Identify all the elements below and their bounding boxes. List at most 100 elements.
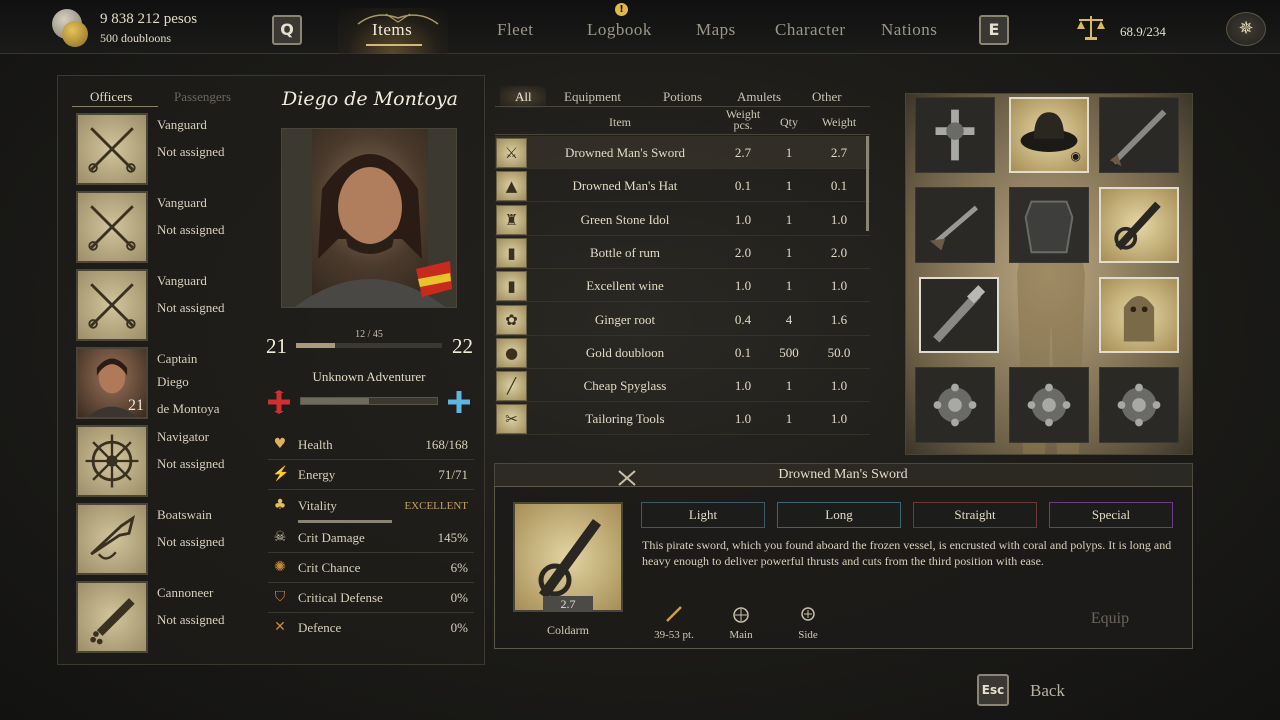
filter-all[interactable]: All bbox=[515, 89, 532, 105]
item-total-weight: 1.0 bbox=[830, 378, 848, 394]
item-row[interactable]: ╱ Cheap Spyglass 1.0 1 1.0 bbox=[495, 369, 870, 403]
officer-slot-cannoneer[interactable] bbox=[76, 581, 148, 653]
filter-potions[interactable]: Potions bbox=[663, 89, 702, 105]
officer-name: Not assigned bbox=[157, 612, 225, 627]
tools-icon: ✂ bbox=[496, 404, 527, 435]
compass-emblem-button[interactable]: ✵ bbox=[1226, 12, 1266, 46]
armor-icon bbox=[1024, 200, 1074, 254]
stat-row-crit-chance: ✺ Crit Chance 6% bbox=[268, 553, 474, 583]
tab-officers[interactable]: Officers bbox=[90, 89, 132, 105]
pistol-icon bbox=[929, 205, 979, 251]
officer-slot-boatswain[interactable] bbox=[76, 503, 148, 575]
item-row[interactable]: ▮ Excellent wine 1.0 1 1.0 bbox=[495, 269, 870, 303]
item-quantity: 1 bbox=[785, 378, 793, 394]
slot-talisman-3[interactable] bbox=[1099, 367, 1179, 443]
damage-icon bbox=[666, 606, 682, 622]
details-side: Side bbox=[798, 629, 818, 641]
slot-hat[interactable]: ◉ bbox=[1009, 97, 1089, 173]
rank-bar-fill bbox=[301, 398, 369, 404]
filter-other[interactable]: Other bbox=[812, 89, 842, 105]
item-weight-per-piece: 1.0 bbox=[734, 378, 752, 394]
item-quantity: 4 bbox=[785, 311, 793, 327]
item-name: Green Stone Idol bbox=[580, 211, 670, 227]
item-weight-per-piece: 0.4 bbox=[734, 311, 752, 327]
red-cross-icon[interactable] bbox=[266, 389, 292, 415]
tab-logbook[interactable]: Logbook bbox=[587, 20, 652, 40]
spyglass-icon: ╱ bbox=[496, 371, 527, 402]
details-damage: 39-53 pt. bbox=[654, 629, 694, 641]
stat-row-health: ♥ Health 168/168 bbox=[268, 430, 474, 460]
slot-musket[interactable] bbox=[1099, 97, 1179, 173]
filter-amulets[interactable]: Amulets bbox=[737, 89, 781, 105]
tab-nations[interactable]: Nations bbox=[881, 20, 937, 40]
officer-slot-captain[interactable]: 21 bbox=[76, 347, 148, 419]
next-tab-key[interactable]: E bbox=[979, 15, 1009, 45]
item-weight-per-piece: 1.0 bbox=[734, 411, 752, 427]
slot-armor[interactable] bbox=[1009, 187, 1089, 263]
item-name: Bottle of rum bbox=[589, 244, 661, 260]
stat-row-vitality: ♣ Vitality EXCELLENT bbox=[268, 491, 474, 521]
slot-pistol[interactable] bbox=[915, 187, 995, 263]
bottle-icon: ▮ bbox=[496, 237, 527, 268]
stat-row-crit-damage: ☠ Crit Damage 145% bbox=[268, 523, 474, 553]
slot-spyglass[interactable] bbox=[919, 277, 999, 353]
slot-talisman-1[interactable] bbox=[915, 367, 995, 443]
tab-items[interactable]: Items bbox=[372, 20, 412, 40]
item-weight-per-piece: 0.1 bbox=[734, 344, 752, 360]
ship-wheel-icon bbox=[85, 434, 139, 488]
equip-button[interactable]: Equip bbox=[1070, 610, 1150, 628]
officer-slot-vanguard-2[interactable] bbox=[76, 191, 148, 263]
officer-name-line2: de Montoya bbox=[157, 401, 220, 416]
item-row[interactable]: ▲ Drowned Man's Hat 0.1 1 0.1 bbox=[495, 169, 870, 203]
officer-name: Not assigned bbox=[157, 300, 225, 315]
filter-equipment[interactable]: Equipment bbox=[564, 89, 621, 105]
idol-icon: ♜ bbox=[496, 204, 527, 235]
item-row[interactable]: ⚔ Drowned Man's Sword 2.7 1 2.7 bbox=[495, 136, 870, 169]
blue-cross-icon[interactable] bbox=[446, 389, 472, 415]
slot-blade[interactable] bbox=[1099, 187, 1179, 263]
officers-tab-underline bbox=[72, 106, 158, 107]
stat-value: 168/168 bbox=[425, 437, 468, 452]
officer-name: Not assigned bbox=[157, 456, 225, 471]
officer-slot-vanguard-1[interactable] bbox=[76, 113, 148, 185]
weight-capacity: 68.9/234 bbox=[1120, 24, 1166, 39]
trait-light: Light bbox=[641, 502, 765, 528]
slot-amulet[interactable] bbox=[915, 97, 995, 173]
spyglass-icon bbox=[933, 285, 986, 343]
tab-fleet[interactable]: Fleet bbox=[497, 20, 534, 40]
back-button[interactable]: Back bbox=[1030, 681, 1065, 701]
item-name: Drowned Man's Hat bbox=[572, 178, 678, 194]
officer-slot-navigator[interactable] bbox=[76, 425, 148, 497]
trait-special: Special bbox=[1049, 502, 1173, 528]
item-quantity: 1 bbox=[785, 411, 793, 427]
character-portrait bbox=[281, 128, 457, 308]
level-current: 21 bbox=[266, 334, 287, 358]
item-weight-per-piece: 2.7 bbox=[734, 145, 752, 160]
col-weight: Weight bbox=[821, 115, 857, 129]
tab-character[interactable]: Character bbox=[775, 20, 846, 40]
item-weight-per-piece: 2.0 bbox=[734, 244, 752, 260]
item-row[interactable]: ▮ Bottle of rum 2.0 1 2.0 bbox=[495, 236, 870, 269]
tab-maps[interactable]: Maps bbox=[696, 20, 736, 40]
item-row[interactable]: ✂ Tailoring Tools 1.0 1 1.0 bbox=[495, 402, 870, 436]
xp-bar bbox=[296, 343, 442, 348]
wine-icon: ▮ bbox=[496, 271, 527, 302]
item-row[interactable]: ✿ Ginger root 0.4 4 1.6 bbox=[495, 303, 870, 336]
stat-value: 0% bbox=[450, 620, 468, 635]
officer-name: Diego bbox=[157, 374, 189, 389]
item-list-scrollbar[interactable] bbox=[866, 136, 869, 231]
item-row[interactable]: ● Gold doubloon 0.1 500 50.0 bbox=[495, 336, 870, 369]
esc-key[interactable]: Esc bbox=[977, 674, 1009, 706]
officer-slot-vanguard-3[interactable] bbox=[76, 269, 148, 341]
officer-role: Boatswain bbox=[157, 507, 212, 522]
item-name: Ginger root bbox=[594, 311, 656, 327]
top-bar: 9 838 212 pesos 500 doubloons Q Items Fl… bbox=[0, 0, 1280, 54]
slot-talisman-2[interactable] bbox=[1009, 367, 1089, 443]
active-tab-underline bbox=[366, 44, 422, 46]
tab-passengers[interactable]: Passengers bbox=[174, 89, 231, 105]
item-row[interactable]: ♜ Green Stone Idol 1.0 1 1.0 bbox=[495, 203, 870, 236]
item-total-weight: 1.0 bbox=[830, 278, 848, 294]
target-icon: ✺ bbox=[274, 559, 286, 575]
prev-tab-key[interactable]: Q bbox=[272, 15, 302, 45]
slot-idol[interactable] bbox=[1099, 277, 1179, 353]
